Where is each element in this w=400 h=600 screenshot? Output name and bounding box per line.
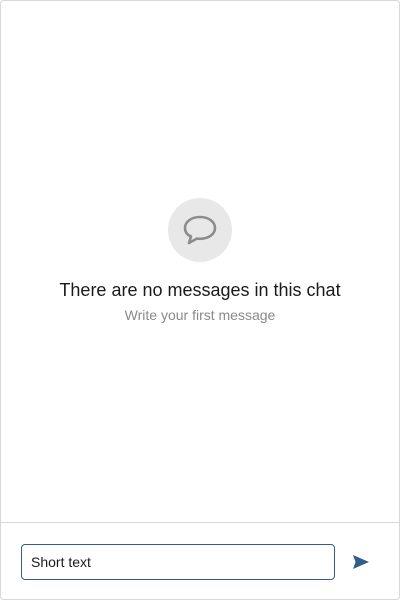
empty-state-title: There are no messages in this chat xyxy=(59,280,341,300)
chat-window: There are no messages in this chat Write… xyxy=(0,0,400,600)
empty-state-subtitle: Write your first message xyxy=(124,307,276,323)
send-icon xyxy=(353,554,369,572)
message-composer xyxy=(1,522,399,600)
empty-state: There are no messages in this chat Write… xyxy=(1,198,399,324)
message-input[interactable] xyxy=(21,544,335,580)
send-button[interactable] xyxy=(347,550,375,576)
chat-bubble-icon xyxy=(168,198,232,262)
